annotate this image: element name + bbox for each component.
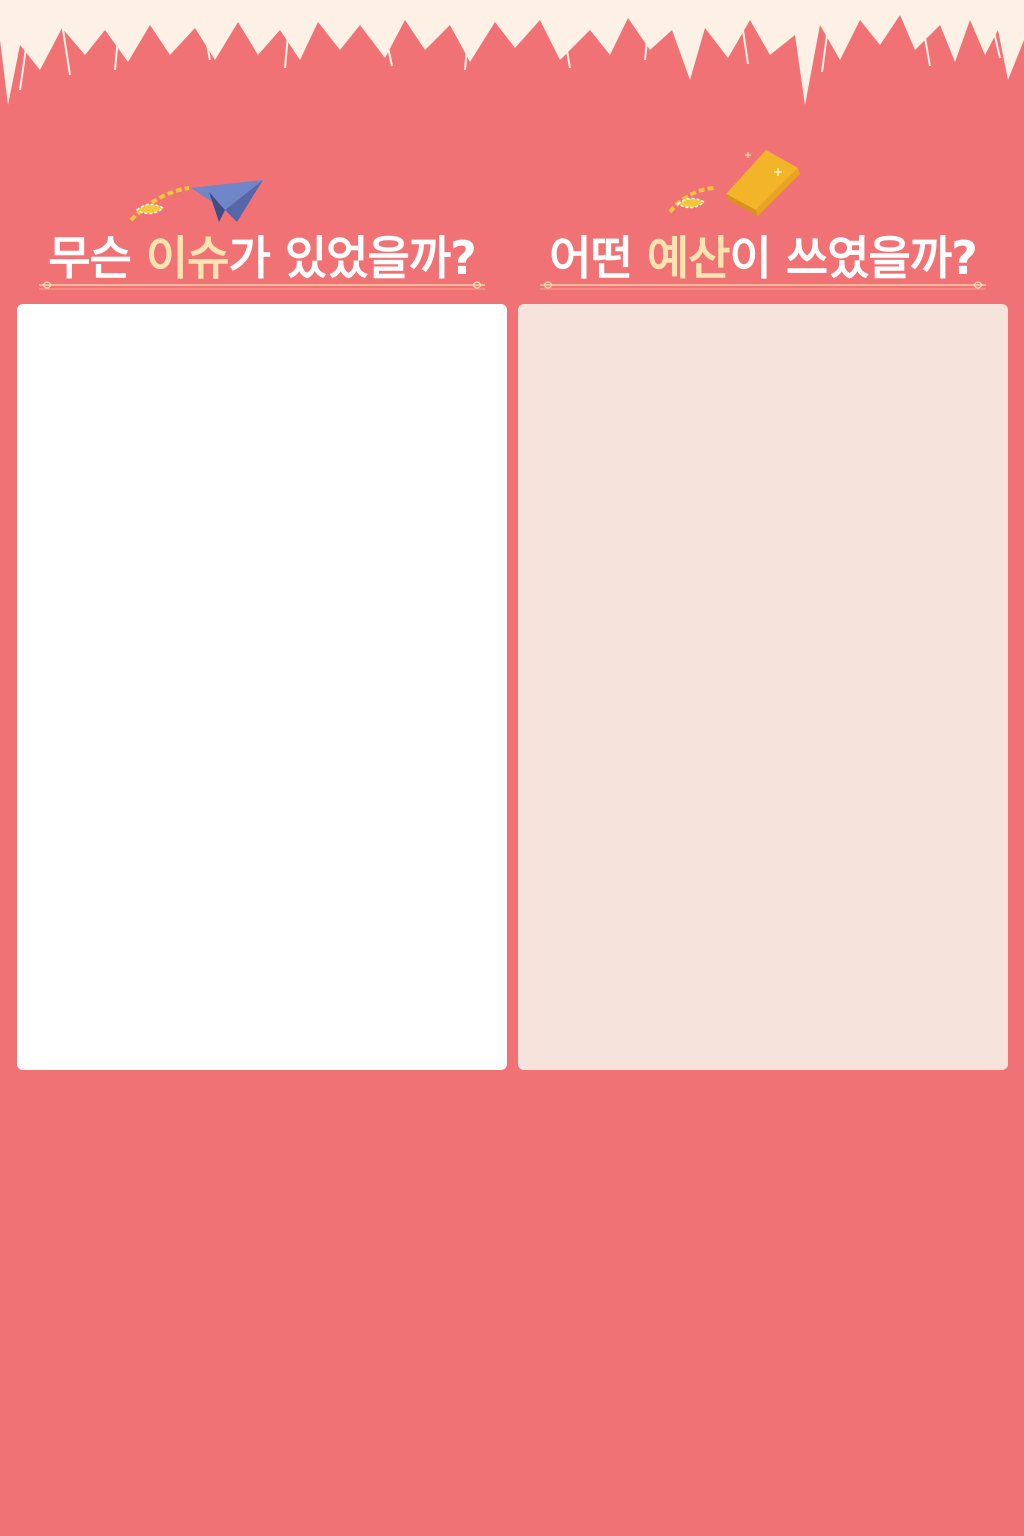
issues-panel [17,304,507,1070]
issues-title-highlight: 이슈 [145,231,230,285]
budget-panel [518,304,1008,1070]
paper-plane-icon [129,180,263,222]
issues-heading: 무슨 이슈가 있었을까? [17,150,507,300]
budget-column: 어떤 예산이 쓰였을까? [518,150,1008,1070]
torn-paper-fringe [0,0,1024,105]
decorative-divider [39,281,485,290]
issues-column: 무슨 이슈가 있었을까? [17,150,507,1070]
gold-bar-icon [668,150,800,216]
decorative-divider [540,281,986,290]
budget-heading: 어떤 예산이 쓰였을까? [518,150,1008,300]
budget-title-highlight: 예산 [646,231,731,285]
